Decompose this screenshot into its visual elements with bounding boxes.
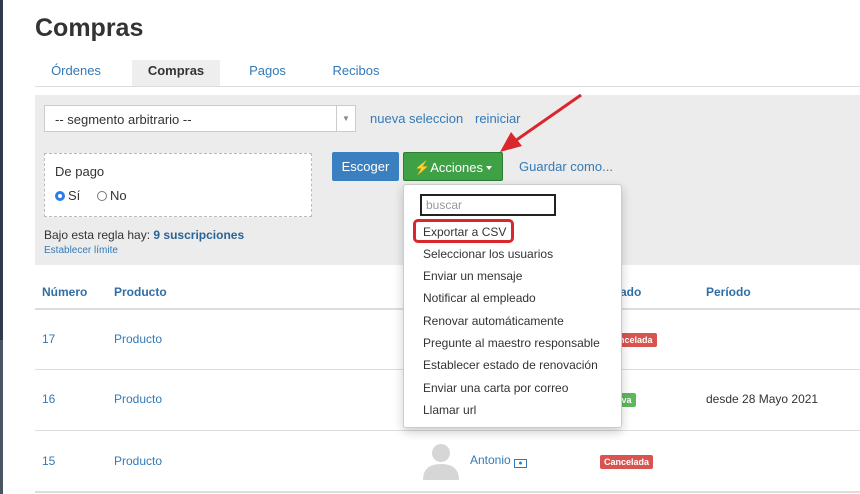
segment-select[interactable]: -- segmento arbitrario -- ▼ <box>44 105 356 132</box>
radio-no-label: No <box>110 188 127 203</box>
row-period: desde 28 Mayo 2021 <box>706 392 819 406</box>
set-limit-link[interactable]: Establecer límite <box>44 245 118 256</box>
row-product-link[interactable]: Producto <box>114 332 162 346</box>
menu-item-send-letter[interactable]: Enviar una carta por correo <box>423 381 568 395</box>
rule-summary-text: Bajo esta regla hay: <box>44 228 151 242</box>
menu-item-send-message[interactable]: Enviar un mensaje <box>423 269 522 283</box>
menu-item-call-url[interactable]: Llamar url <box>423 403 476 417</box>
dropdown-search-input[interactable]: buscar <box>420 194 556 216</box>
menu-item-notify-employee[interactable]: Notificar al empleado <box>423 291 536 305</box>
tab-ordenes[interactable]: Órdenes <box>35 60 117 86</box>
radio-yes[interactable]: Sí <box>55 188 80 203</box>
row-number-link[interactable]: 17 <box>42 332 55 346</box>
chevron-down-icon: ▼ <box>336 106 355 131</box>
save-as-link[interactable]: Guardar como... <box>519 159 613 174</box>
choose-button[interactable]: Escoger <box>332 152 399 181</box>
row-user-link[interactable]: Antonio ● <box>470 453 528 468</box>
radio-checked-icon <box>55 191 65 201</box>
row-divider <box>35 430 860 431</box>
highlight-annotation-box <box>413 219 514 243</box>
menu-item-auto-renew[interactable]: Renovar automáticamente <box>423 314 564 328</box>
status-badge: Cancelada <box>600 455 654 469</box>
actions-button[interactable]: ⚡Acciones <box>403 152 503 181</box>
column-header-status[interactable]: ado <box>620 285 641 299</box>
row-product-link[interactable]: Producto <box>114 392 162 406</box>
radio-unchecked-icon <box>97 191 107 201</box>
left-edge-bar-lower <box>0 340 3 494</box>
menu-item-ask-master[interactable]: Pregunte al maestro responsable <box>423 336 600 350</box>
column-header-product[interactable]: Producto <box>114 285 167 299</box>
radio-no[interactable]: No <box>97 188 127 203</box>
row-user-name: Antonio <box>470 453 511 467</box>
row-number-link[interactable]: 16 <box>42 392 55 406</box>
menu-item-select-users[interactable]: Seleccionar los usuarios <box>423 247 553 261</box>
column-header-number[interactable]: Número <box>42 285 87 299</box>
row-product-link[interactable]: Producto <box>114 454 162 468</box>
payment-filter-box: De pago Sí No <box>44 153 312 217</box>
tab-compras[interactable]: Compras <box>132 60 220 86</box>
new-selection-link[interactable]: nueva seleccion <box>370 111 463 126</box>
money-icon: ● <box>514 459 528 468</box>
column-header-period[interactable]: Período <box>706 285 751 299</box>
tab-bar: Órdenes Compras Pagos Recibos <box>35 60 860 87</box>
row-number-link[interactable]: 15 <box>42 454 55 468</box>
reset-link[interactable]: reiniciar <box>475 111 521 126</box>
avatar <box>423 444 459 480</box>
page-title: Compras <box>35 14 144 42</box>
tab-pagos[interactable]: Pagos <box>235 60 300 86</box>
status-badge: ncelada <box>618 333 657 347</box>
segment-select-value: -- segmento arbitrario -- <box>55 112 192 127</box>
actions-button-label: Acciones <box>430 160 483 175</box>
bolt-icon: ⚡ <box>414 160 431 175</box>
radio-yes-label: Sí <box>68 188 81 203</box>
row-divider <box>35 491 860 493</box>
menu-item-set-renewal-status[interactable]: Establecer estado de renovación <box>423 358 598 372</box>
tab-recibos[interactable]: Recibos <box>320 60 392 86</box>
rule-summary: Bajo esta regla hay: 9 suscripciones <box>44 228 244 242</box>
caret-down-icon <box>485 166 492 170</box>
rule-count-link[interactable]: 9 suscripciones <box>153 228 244 242</box>
payment-filter-label: De pago <box>55 164 105 179</box>
